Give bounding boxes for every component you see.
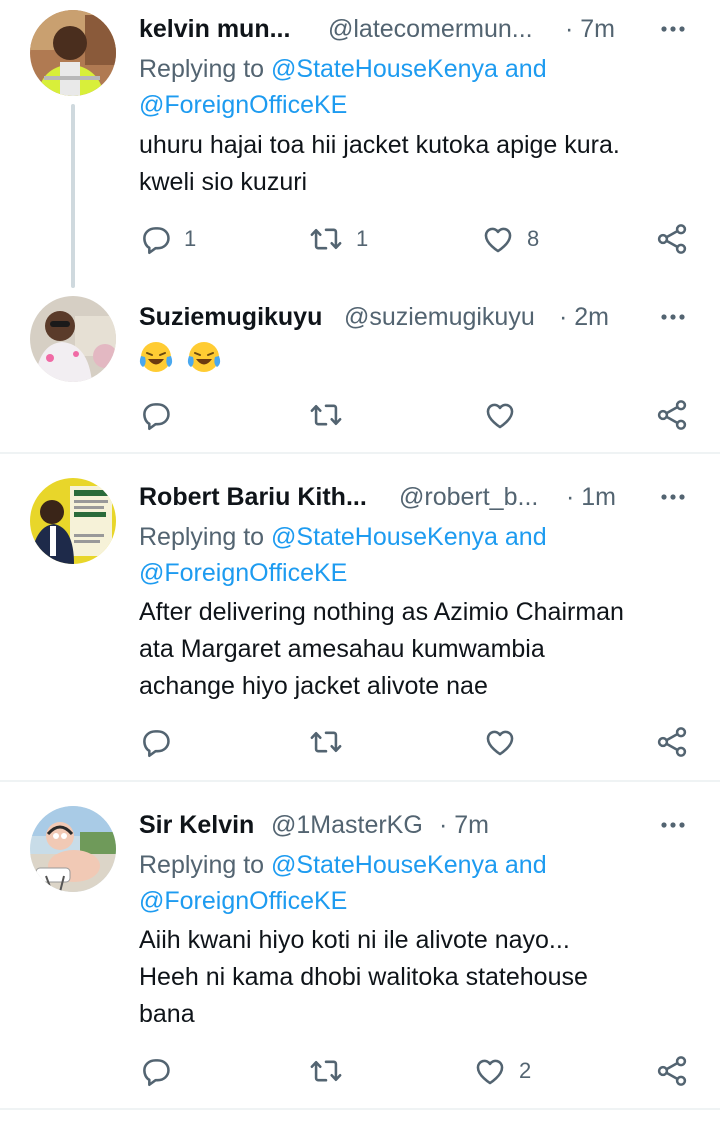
replying-prefix: Replying to bbox=[139, 851, 265, 879]
mention-link[interactable]: @ForeignOfficeKE bbox=[139, 91, 347, 119]
tweet-text-line: ata Margaret amesahau kumwambia bbox=[139, 635, 545, 663]
mention-link[interactable]: @StateHouseKenya bbox=[271, 523, 498, 551]
tweet-text: Aiih kwani hiyo koti ni ile alivote nayo… bbox=[139, 922, 690, 1033]
avatar[interactable] bbox=[30, 10, 116, 96]
mention-link[interactable]: @ForeignOfficeKE bbox=[139, 887, 347, 915]
share-button[interactable] bbox=[654, 1051, 690, 1091]
tweet-text: After delivering nothing as Azimio Chair… bbox=[139, 594, 690, 705]
reply-icon bbox=[143, 227, 170, 255]
tweet-4[interactable]: Sir Kelvin @1MasterKG · 7m Replying to @… bbox=[0, 782, 720, 1108]
reply-icon bbox=[143, 1059, 170, 1087]
reply-button[interactable] bbox=[138, 1051, 184, 1091]
share-button[interactable] bbox=[654, 722, 690, 762]
tweet-text-line: uhuru hajai toa hii jacket kutoka apige … bbox=[139, 131, 620, 159]
retweet-button[interactable] bbox=[308, 395, 356, 435]
tweet-2[interactable]: Suziemugikuyu @suziemugikuyu · 2m bbox=[0, 290, 720, 452]
replying-to: Replying to @StateHouseKenya and @Foreig… bbox=[139, 51, 690, 123]
like-icon bbox=[486, 403, 514, 429]
more-icon[interactable] bbox=[656, 480, 690, 514]
tweet-header: kelvin mun... @latecomermun... · 7m bbox=[139, 12, 690, 46]
tweet-actions bbox=[138, 722, 690, 762]
reply-button[interactable] bbox=[138, 395, 184, 435]
display-name[interactable]: kelvin mun... bbox=[139, 12, 311, 46]
replying-prefix: Replying to bbox=[139, 523, 265, 551]
reply-count: 1 bbox=[184, 226, 197, 251]
share-icon bbox=[657, 727, 687, 757]
tweet-3[interactable]: Robert Bariu Kith... @robert_b... · 1m R… bbox=[0, 454, 720, 780]
tears-of-joy-emoji bbox=[187, 340, 221, 374]
avatar[interactable] bbox=[30, 478, 116, 564]
tweet-header: Suziemugikuyu @suziemugikuyu · 2m bbox=[139, 300, 690, 334]
like-count: 8 bbox=[527, 226, 540, 251]
timestamp[interactable]: · 2m bbox=[559, 300, 609, 334]
tears-of-joy-emoji bbox=[139, 340, 173, 374]
reply-icon bbox=[143, 403, 170, 431]
reply-button[interactable]: 1 bbox=[138, 219, 196, 259]
reply-button[interactable] bbox=[138, 722, 184, 762]
display-name[interactable]: Suziemugikuyu bbox=[139, 300, 339, 334]
retweet-icon bbox=[310, 228, 342, 250]
timestamp[interactable]: · 7m bbox=[439, 808, 489, 842]
retweet-button[interactable]: 1 bbox=[308, 219, 368, 259]
share-icon bbox=[657, 1056, 687, 1086]
more-icon[interactable] bbox=[656, 300, 690, 334]
more-icon[interactable] bbox=[656, 808, 690, 842]
share-button[interactable] bbox=[654, 219, 690, 259]
retweet-icon bbox=[310, 1060, 342, 1082]
avatar[interactable] bbox=[30, 296, 116, 382]
mention-link[interactable]: @StateHouseKenya bbox=[271, 55, 498, 83]
replying-prefix: Replying to bbox=[139, 55, 265, 83]
like-button[interactable] bbox=[483, 722, 529, 762]
timestamp[interactable]: · 1m bbox=[566, 480, 616, 514]
retweet-button[interactable] bbox=[308, 722, 356, 762]
retweet-count: 1 bbox=[356, 226, 369, 251]
mention-and[interactable]: and bbox=[505, 851, 547, 879]
like-button[interactable]: 2 bbox=[473, 1051, 531, 1091]
like-button[interactable] bbox=[483, 395, 529, 435]
share-icon bbox=[657, 400, 687, 430]
mention-link[interactable]: @StateHouseKenya bbox=[271, 851, 498, 879]
mention-and[interactable]: and bbox=[505, 523, 547, 551]
tweet-text bbox=[139, 338, 690, 375]
timestamp[interactable]: · 7m bbox=[565, 12, 615, 46]
tweet-header: Sir Kelvin @1MasterKG · 7m bbox=[139, 808, 690, 842]
user-handle[interactable]: @1MasterKG bbox=[271, 808, 441, 842]
retweet-icon bbox=[310, 404, 342, 426]
reply-icon bbox=[143, 730, 170, 758]
replying-to: Replying to @StateHouseKenya and @Foreig… bbox=[139, 519, 690, 591]
tweet-text-line: kweli sio kuzuri bbox=[139, 168, 308, 196]
more-icon[interactable] bbox=[656, 12, 690, 46]
tweet-text-line: After delivering nothing as Azimio Chair… bbox=[139, 598, 624, 626]
display-name[interactable]: Sir Kelvin bbox=[139, 808, 269, 842]
tweet-1[interactable]: kelvin mun... @latecomermun... · 7m Repl… bbox=[0, 0, 720, 290]
tweet-text-line: Heeh ni kama dhobi walitoka statehouse bbox=[139, 963, 588, 991]
user-handle[interactable]: @suziemugikuyu bbox=[344, 300, 556, 334]
tweet-text-line: bana bbox=[139, 1000, 195, 1028]
like-count: 2 bbox=[519, 1058, 532, 1083]
share-icon bbox=[657, 224, 687, 254]
share-button[interactable] bbox=[654, 395, 690, 435]
replying-to: Replying to @StateHouseKenya and @Foreig… bbox=[139, 847, 690, 919]
tweet-text-line: Aiih kwani hiyo koti ni ile alivote nayo… bbox=[139, 926, 570, 954]
mention-and[interactable]: and bbox=[505, 55, 547, 83]
retweet-icon bbox=[310, 731, 342, 753]
tweet-text: uhuru hajai toa hii jacket kutoka apige … bbox=[139, 127, 690, 201]
like-icon bbox=[486, 730, 514, 756]
tweet-actions: 1 1 8 bbox=[138, 219, 690, 259]
avatar[interactable] bbox=[30, 806, 116, 892]
tweet-actions: 2 bbox=[138, 1051, 690, 1091]
user-handle[interactable]: @robert_b... bbox=[399, 480, 559, 514]
like-icon bbox=[476, 1059, 504, 1085]
tweet-actions bbox=[138, 395, 690, 435]
tweet-header: Robert Bariu Kith... @robert_b... · 1m bbox=[139, 480, 690, 514]
tweet-text-line: achange hiyo jacket alivote nae bbox=[139, 672, 488, 700]
thread-line bbox=[71, 104, 75, 288]
like-icon bbox=[484, 227, 512, 253]
display-name[interactable]: Robert Bariu Kith... bbox=[139, 480, 391, 514]
user-handle[interactable]: @latecomermun... bbox=[328, 12, 553, 46]
like-button[interactable]: 8 bbox=[481, 219, 539, 259]
divider bbox=[0, 1108, 720, 1110]
mention-link[interactable]: @ForeignOfficeKE bbox=[139, 559, 347, 587]
retweet-button[interactable] bbox=[308, 1051, 356, 1091]
